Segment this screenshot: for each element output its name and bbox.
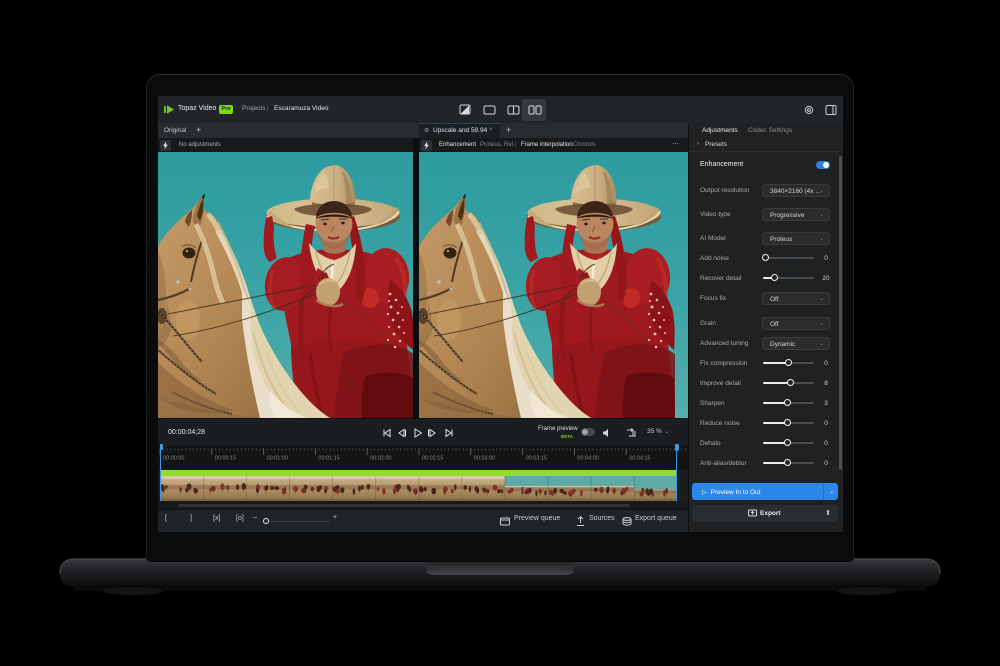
svg-text:00:04:00: 00:04:00 [577, 456, 598, 462]
svg-text:00:01:00: 00:01:00 [267, 456, 288, 462]
svg-text:00:02:00: 00:02:00 [370, 456, 391, 462]
svg-text:00:03:15: 00:03:15 [526, 456, 547, 462]
svg-text:00:00:00: 00:00:00 [163, 456, 184, 462]
svg-text:00:02:15: 00:02:15 [422, 456, 443, 462]
svg-text:00:03:00: 00:03:00 [474, 456, 495, 462]
svg-text:00:04:15: 00:04:15 [629, 456, 650, 462]
svg-text:00:00:15: 00:00:15 [215, 456, 236, 462]
svg-text:00:01:15: 00:01:15 [318, 456, 339, 462]
